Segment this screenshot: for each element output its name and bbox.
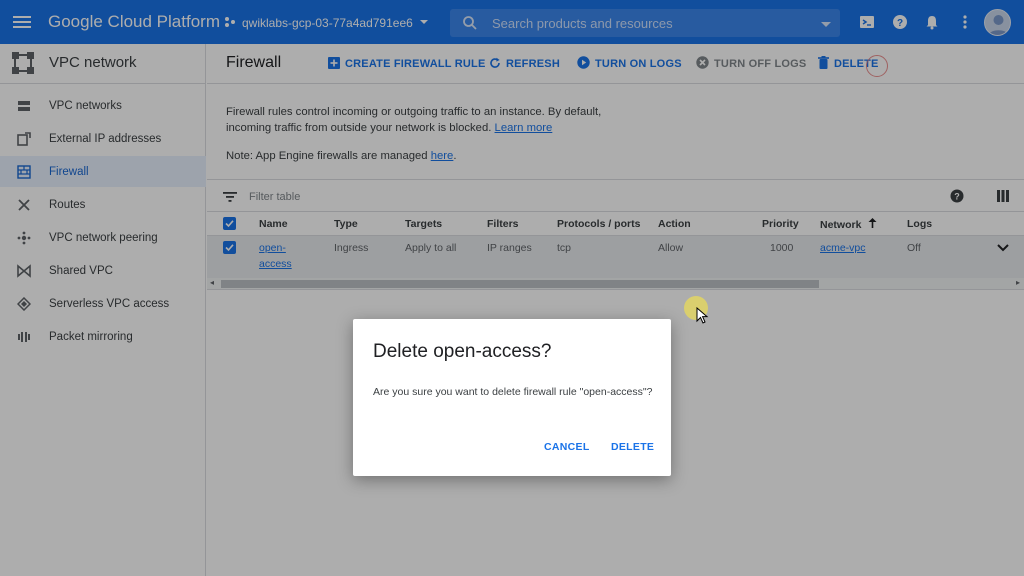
dialog-title: Delete open-access? [373, 341, 552, 362]
dialog-message: Are you sure you want to delete firewall… [373, 386, 653, 398]
modal-backdrop [0, 0, 1024, 576]
mouse-cursor-highlight [684, 296, 709, 324]
cancel-button[interactable]: CANCEL [544, 441, 590, 453]
delete-confirm-dialog: Delete open-access? Are you sure you wan… [353, 319, 671, 476]
confirm-delete-button[interactable]: DELETE [611, 441, 654, 453]
